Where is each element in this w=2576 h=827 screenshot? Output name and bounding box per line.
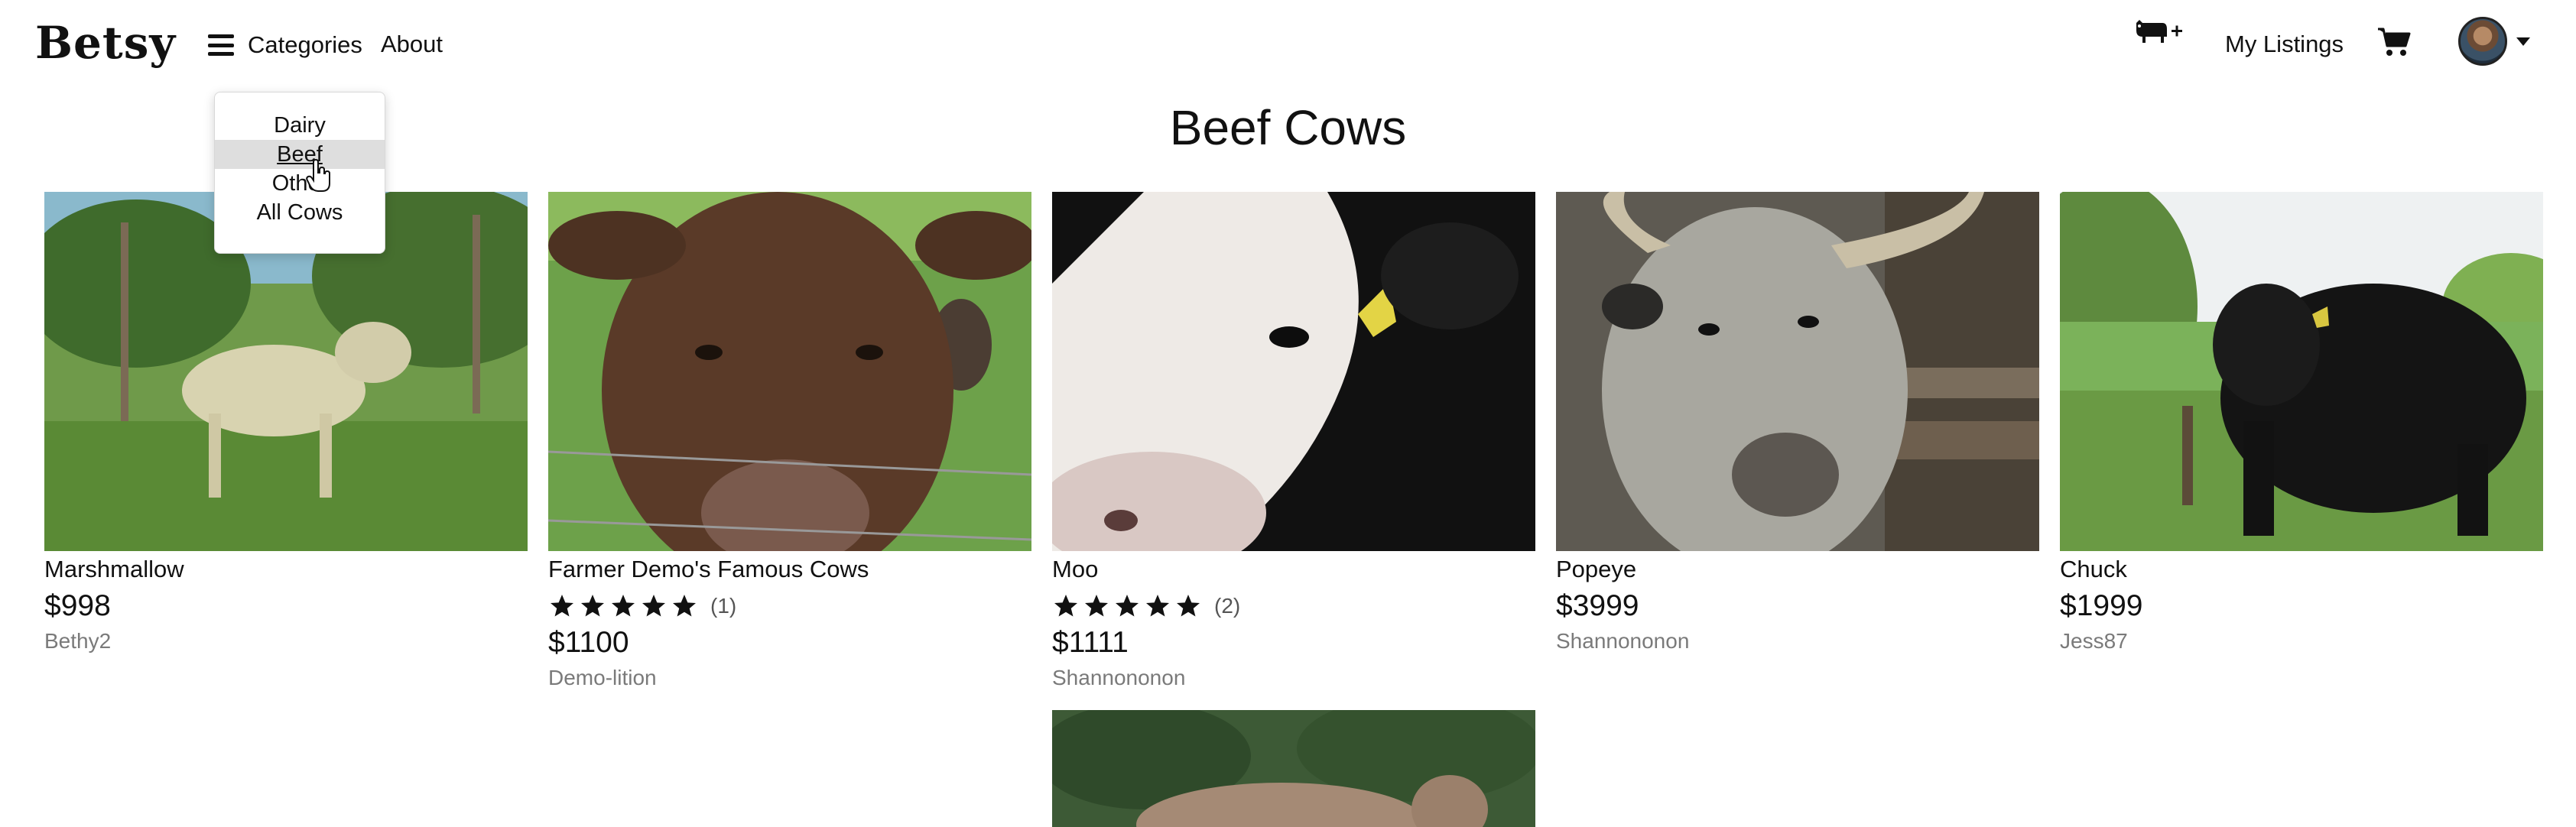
listing-name[interactable]: Moo — [1052, 556, 1535, 583]
add-cow-icon[interactable] — [2132, 14, 2185, 49]
profile-menu-button[interactable] — [2458, 17, 2530, 66]
star-icon — [642, 595, 665, 617]
dropdown-item-all-cows[interactable]: All Cows — [215, 198, 385, 227]
listing-seller: Shannononon — [1556, 629, 1690, 653]
listing-card[interactable]: Farmer Demo's Famous Cows (1) $1100 Demo… — [548, 192, 1031, 690]
rating-stars: (2) — [1052, 592, 1535, 620]
star-icon — [612, 595, 635, 617]
listing-price: $3999 — [1556, 589, 1639, 622]
listing-name[interactable]: Marshmallow — [44, 556, 528, 583]
listing-card[interactable]: Chuck $1999 Jess87 — [2060, 192, 2543, 653]
avatar — [2458, 17, 2507, 66]
listing-price: $1111 — [1052, 626, 1129, 659]
listing-name[interactable]: Chuck — [2060, 556, 2543, 583]
listing-name[interactable]: Farmer Demo's Famous Cows — [548, 556, 1031, 583]
listing-image[interactable] — [548, 192, 1031, 551]
hamburger-icon — [208, 34, 234, 56]
listing-seller: Shannononon — [1052, 666, 1186, 689]
star-icon — [1116, 595, 1139, 617]
star-icon — [673, 595, 696, 617]
listing-price: $998 — [44, 589, 111, 622]
star-icon — [1054, 595, 1077, 617]
listing-image[interactable] — [2060, 192, 2543, 551]
categories-dropdown: Dairy Beef Other All Cows — [214, 92, 385, 254]
star-icon — [1085, 595, 1108, 617]
listing-card[interactable]: Marshmallow $998 Bethy2 — [44, 192, 528, 653]
review-count: (1) — [710, 594, 737, 618]
my-listings-link[interactable]: My Listings — [2225, 31, 2344, 58]
categories-label: Categories — [248, 31, 362, 58]
site-header: Betsy Categories About My Listings — [0, 0, 2576, 90]
site-logo[interactable]: Betsy — [35, 17, 176, 69]
dropdown-item-dairy[interactable]: Dairy — [215, 111, 385, 140]
star-icon — [1146, 595, 1169, 617]
listing-seller: Jess87 — [2060, 629, 2128, 653]
listing-image[interactable] — [1556, 192, 2039, 551]
listing-card[interactable] — [1052, 710, 1535, 827]
page-title: Beef Cows — [1169, 100, 1407, 155]
star-icon — [1177, 595, 1200, 617]
listing-name[interactable]: Popeye — [1556, 556, 2039, 583]
listing-image[interactable] — [1052, 192, 1535, 551]
chevron-down-icon — [2516, 37, 2530, 46]
listing-card[interactable]: Moo (2) $1111 Shannononon — [1052, 192, 1535, 690]
rating-stars: (1) — [548, 592, 1031, 620]
about-link[interactable]: About — [381, 31, 443, 58]
listing-image[interactable] — [1052, 710, 1535, 827]
listing-card[interactable]: Popeye $3999 Shannononon — [1556, 192, 2039, 653]
dropdown-item-beef[interactable]: Beef — [215, 140, 385, 169]
listing-price: $1999 — [2060, 589, 2143, 622]
listing-price: $1100 — [548, 626, 629, 659]
listing-seller: Demo-lition — [548, 666, 657, 689]
star-icon — [581, 595, 604, 617]
listing-seller: Bethy2 — [44, 629, 112, 653]
review-count: (2) — [1214, 594, 1241, 618]
star-icon — [551, 595, 573, 617]
cart-icon[interactable] — [2376, 26, 2412, 58]
categories-menu-button[interactable]: Categories — [208, 24, 362, 66]
hand-cursor-icon — [306, 159, 330, 192]
dropdown-item-other[interactable]: Other — [215, 169, 385, 198]
